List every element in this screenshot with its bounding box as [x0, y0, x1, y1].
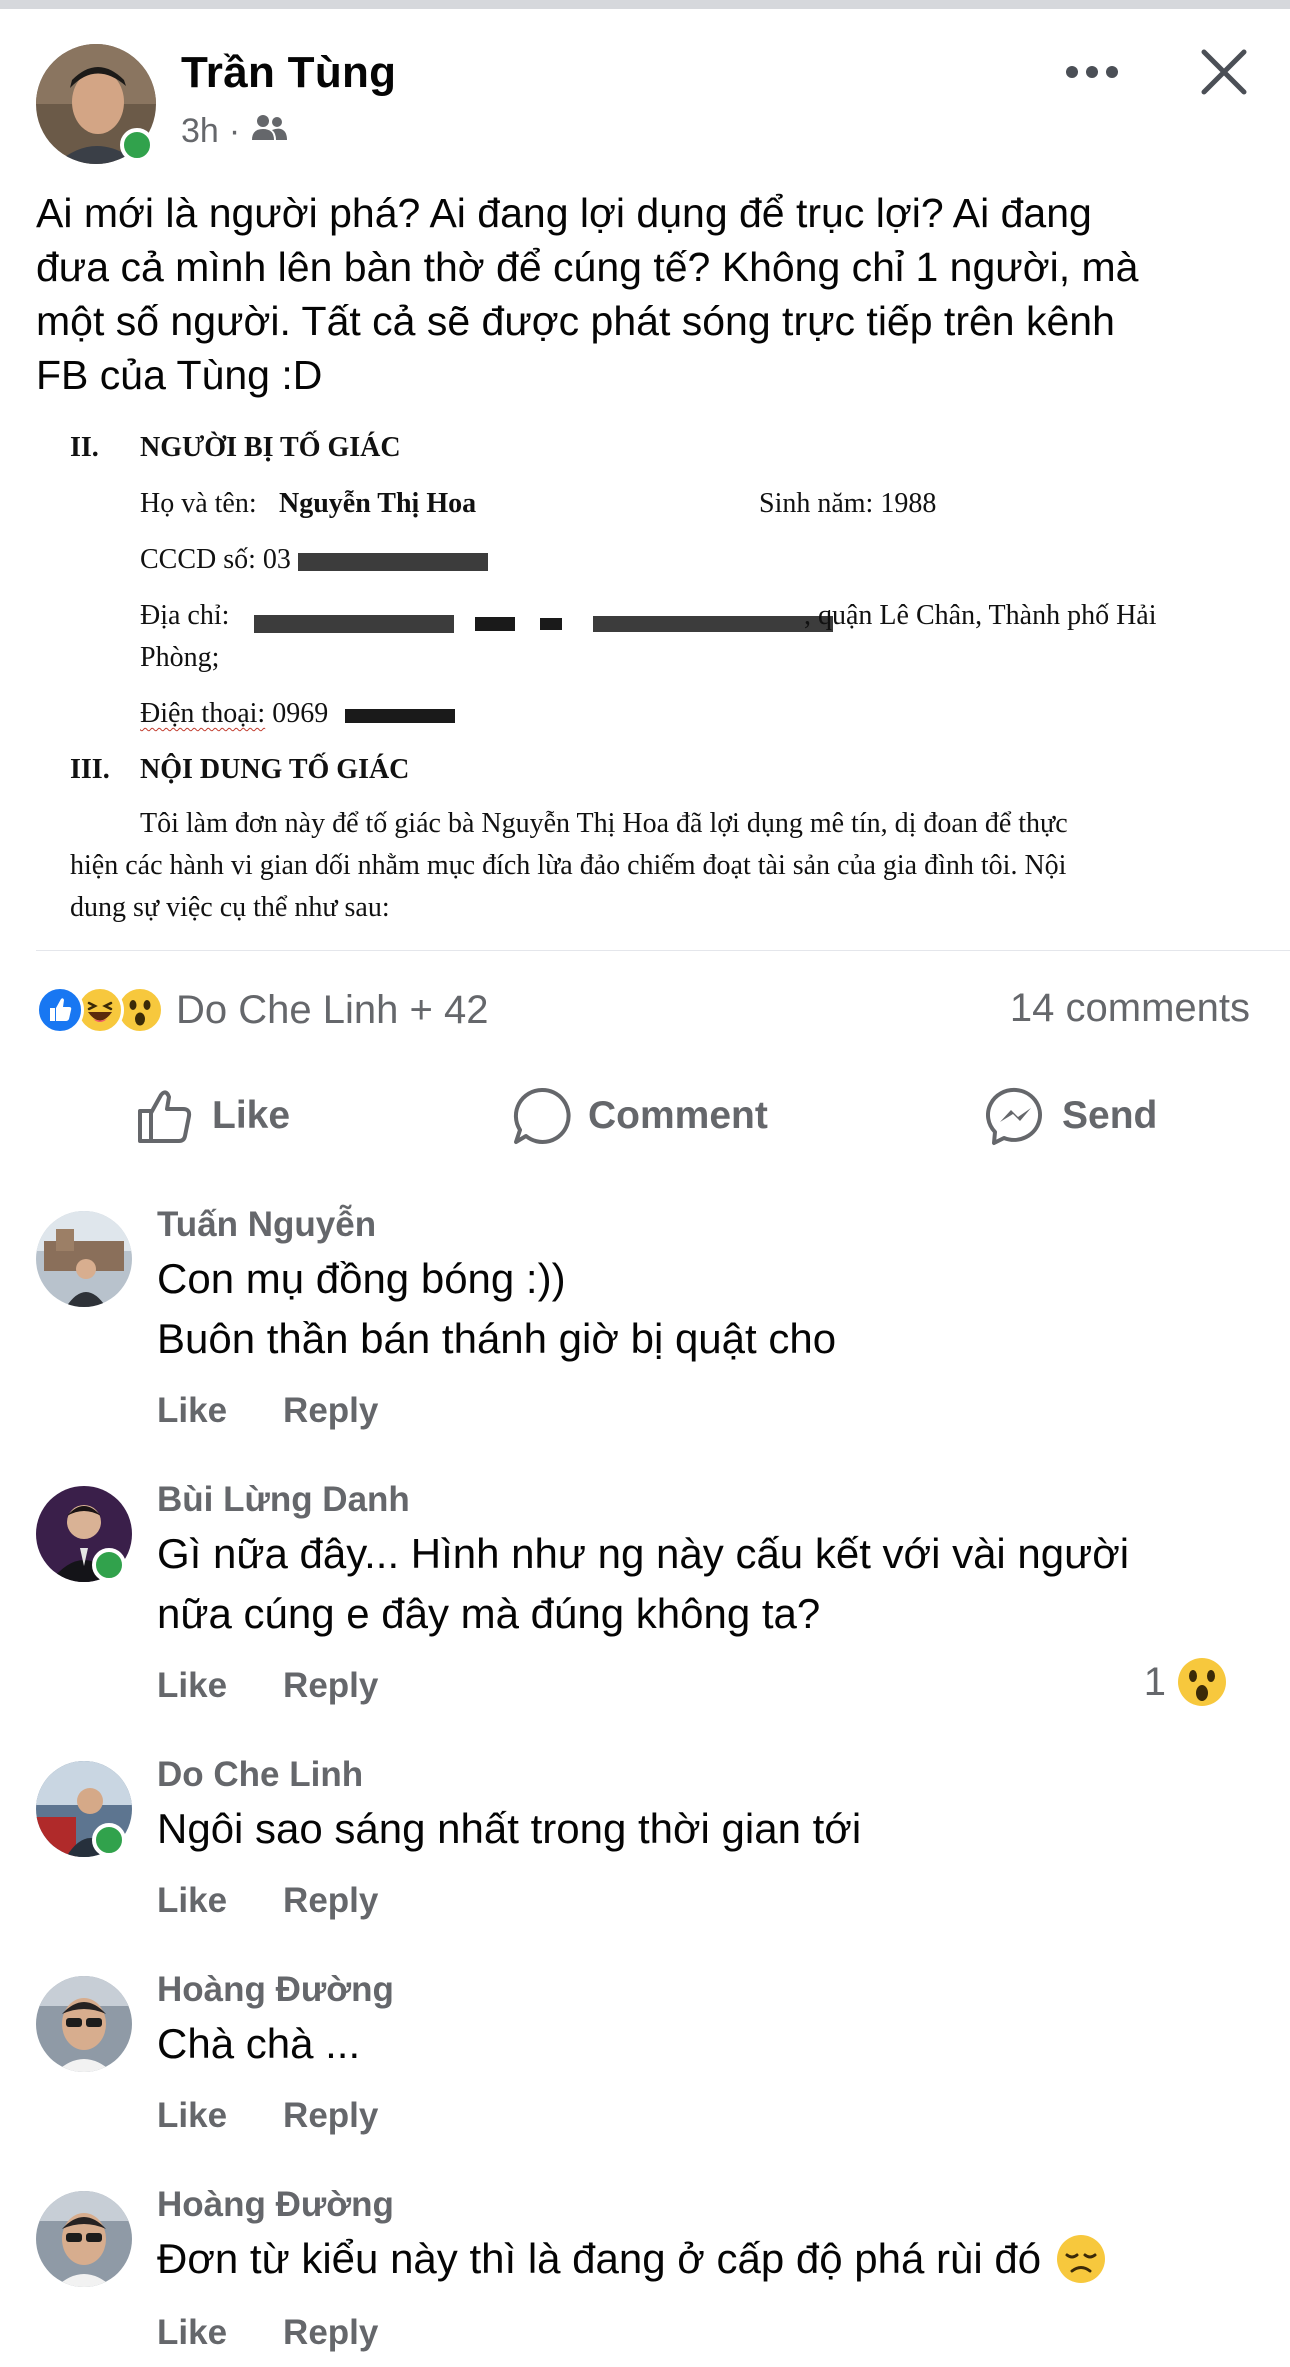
comment-like-button[interactable]: Like	[157, 1391, 227, 1431]
comment-item: Tuấn Nguyễn Con mụ đồng bóng :)) Buôn th…	[0, 1205, 1290, 1445]
commenter-name[interactable]: Do Che Linh	[157, 1755, 363, 1795]
send-button[interactable]: Send	[986, 1085, 1157, 1147]
online-status-dot	[120, 128, 154, 162]
pixelated-redaction	[540, 617, 562, 630]
comment-item: Do Che Linh Ngôi sao sáng nhất trong thờ…	[0, 1755, 1290, 1945]
comment-text: Gì nữa đây... Hình như ng này cấu kết vớ…	[157, 1530, 1130, 1637]
comment-reaction-count: 1	[1143, 1659, 1166, 1704]
close-button[interactable]	[1194, 42, 1254, 102]
comment-reply-button[interactable]: Reply	[283, 2096, 378, 2136]
comment-like-button[interactable]: Like	[157, 2313, 227, 2353]
comment-like-button[interactable]: Like	[157, 1666, 227, 1706]
doc-paragraph-line2: hiện các hành vi gian dối nhằm mục đích …	[70, 850, 1067, 881]
post-meta: 3h ·	[181, 112, 288, 151]
comments-count[interactable]: 14 comments	[1010, 986, 1250, 1031]
send-label: Send	[1062, 1094, 1158, 1137]
comment-item: Hoàng Đường Chà chà ... Like Reply	[0, 1970, 1290, 2160]
post-text: Ai mới là người phá? Ai đang lợi dụng để…	[36, 190, 1139, 398]
comment-actions: Like Reply	[157, 1666, 378, 1706]
like-reaction-icon	[36, 986, 84, 1034]
like-icon	[138, 1090, 192, 1143]
doc-section2-number: II.	[70, 432, 99, 463]
like-label: Like	[212, 1094, 291, 1137]
doc-section3-number: III.	[70, 754, 110, 785]
doc-paragraph-line1: Tôi làm đơn này để tố giác bà Nguyễn Thị…	[140, 808, 1068, 839]
commenter-avatar[interactable]	[36, 1211, 132, 1307]
doc-address-line2: Phòng;	[140, 642, 220, 673]
comment-label: Comment	[588, 1094, 768, 1137]
comment-reaction-summary[interactable]: 1	[1144, 1656, 1228, 1708]
comment-icon	[513, 1087, 571, 1144]
wow-reaction-icon	[1178, 1658, 1226, 1706]
reaction-names[interactable]: Do Che Linh + 42	[176, 988, 488, 1033]
doc-address-tail: , quận Lê Chân, Thành phố Hải	[804, 600, 1157, 631]
doc-id-number: CCCD số: 03	[140, 544, 488, 576]
doc-phone-value: 0969	[272, 698, 329, 729]
comment-reply-button[interactable]: Reply	[283, 1881, 378, 1921]
pixelated-redaction	[475, 616, 515, 631]
commenter-avatar[interactable]	[36, 1976, 132, 2072]
comment-text: Ngôi sao sáng nhất trong thời gian tới	[157, 1805, 862, 1852]
comment-item: Bùi Lừng Danh Gì nữa đây... Hình như ng …	[0, 1480, 1290, 1720]
comment-text: Đơn từ kiểu này thì là đang ở cấp độ phá…	[157, 2235, 1042, 2282]
comment-button[interactable]: Comment	[512, 1085, 768, 1147]
comment-reply-button[interactable]: Reply	[283, 1391, 378, 1431]
commenter-name[interactable]: Hoàng Đường	[157, 2185, 394, 2225]
doc-name-label: Họ và tên:	[140, 488, 257, 519]
doc-section2-title: NGƯỜI BỊ TỐ GIÁC	[140, 432, 401, 463]
online-status-dot	[92, 1548, 126, 1582]
comment-text: Chà chà ...	[157, 2020, 361, 2067]
comment-actions: Like Reply	[157, 2096, 378, 2136]
comment-text: Con mụ đồng bóng :)) Buôn thần bán thánh…	[157, 1255, 837, 1362]
pixelated-redaction	[297, 552, 488, 571]
doc-name-value: Nguyễn Thị Hoa	[279, 488, 477, 519]
friends-icon	[250, 112, 288, 151]
comment-like-button[interactable]: Like	[157, 2096, 227, 2136]
commenter-name[interactable]: Tuấn Nguyễn	[157, 1205, 376, 1245]
more-dots-icon	[1066, 66, 1118, 78]
post-author-name[interactable]: Trần Tùng	[181, 48, 396, 98]
pixelated-redaction	[593, 615, 833, 632]
comment-text-row: Đơn từ kiểu này thì là đang ở cấp độ phá…	[157, 2229, 1237, 2289]
comment-like-button[interactable]: Like	[157, 1881, 227, 1921]
top-strip	[0, 0, 1290, 9]
meta-separator: ·	[228, 112, 241, 150]
post-divider	[36, 950, 1290, 951]
online-status-dot	[92, 1823, 126, 1857]
pixelated-redaction	[254, 614, 454, 633]
doc-paragraph-line3: dung sự việc cụ thể như sau:	[70, 892, 390, 923]
post-attached-document-image[interactable]: II. NGƯỜI BỊ TỐ GIÁC Họ và tên: Nguyễn T…	[36, 420, 1290, 950]
doc-address-label: Địa chỉ:	[140, 600, 230, 631]
doc-phone-label: Điện thoại:	[140, 698, 266, 729]
disappointed-emoji-icon	[1057, 2235, 1106, 2283]
doc-section3-title: NỘI DUNG TỐ GIÁC	[140, 754, 410, 785]
comment-reply-button[interactable]: Reply	[283, 1666, 378, 1706]
like-button[interactable]: Like	[136, 1085, 290, 1147]
more-options-button[interactable]	[1060, 52, 1124, 92]
doc-address-redaction	[254, 606, 833, 638]
doc-phone: Điện thoại: 0969	[140, 698, 456, 730]
messenger-icon	[986, 1087, 1042, 1145]
commenter-avatar[interactable]	[36, 2191, 132, 2287]
doc-birth-year: Sinh năm: 1988	[759, 488, 937, 519]
comment-actions: Like Reply	[157, 1881, 378, 1921]
doc-id-label: CCCD số: 03	[140, 544, 291, 575]
comment-reply-button[interactable]: Reply	[283, 2313, 378, 2353]
comment-item: Hoàng Đường Đơn từ kiểu này thì là đang …	[0, 2185, 1290, 2367]
close-icon	[1201, 49, 1247, 95]
comment-actions: Like Reply	[157, 2313, 378, 2353]
post-time[interactable]: 3h	[181, 112, 219, 151]
commenter-name[interactable]: Hoàng Đường	[157, 1970, 394, 2010]
pixelated-redaction	[345, 708, 456, 723]
commenter-name[interactable]: Bùi Lừng Danh	[157, 1480, 410, 1520]
reactions-summary[interactable]: Do Che Linh + 42	[36, 980, 488, 1040]
comment-actions: Like Reply	[157, 1391, 378, 1431]
